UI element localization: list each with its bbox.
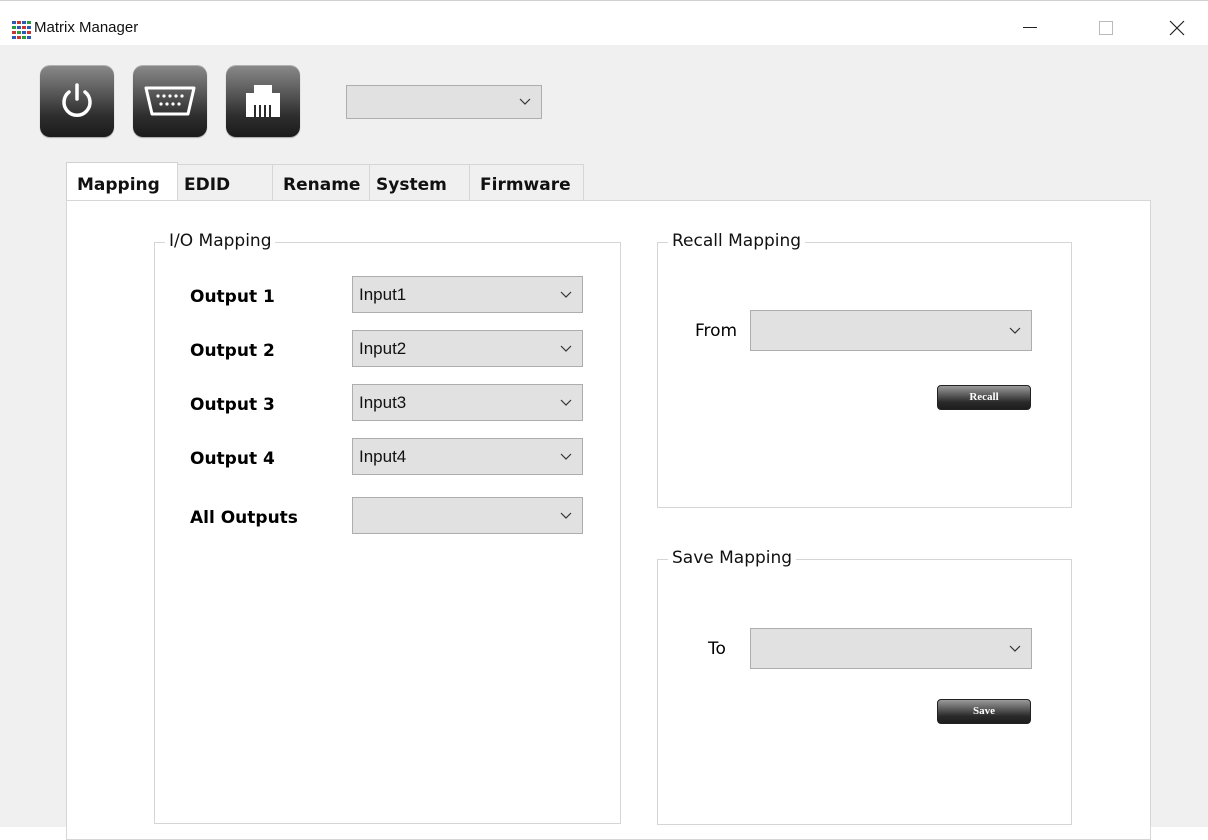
window-title: Matrix Manager [34, 19, 139, 36]
chevron-down-icon [519, 98, 531, 105]
save-to-label: To [708, 639, 726, 659]
close-icon [1169, 20, 1185, 36]
port-select[interactable] [346, 85, 542, 119]
maximize-icon [1099, 21, 1113, 35]
minimize-button[interactable] [1007, 11, 1053, 45]
close-button[interactable] [1154, 11, 1200, 45]
chevron-down-icon [560, 399, 572, 406]
recall-mapping-title: Recall Mapping [668, 231, 806, 251]
output-3-label: Output 3 [190, 395, 275, 415]
recall-from-label: From [695, 321, 738, 341]
save-mapping-group: Save Mapping To Save [657, 548, 1072, 825]
recall-mapping-group: Recall Mapping From Recall [657, 231, 1072, 508]
mapping-panel: I/O Mapping Output 1 Input1 Output 2 Inp… [66, 200, 1151, 840]
all-outputs-select[interactable] [352, 497, 583, 534]
output-4-select[interactable]: Input4 [352, 438, 583, 475]
tab-rename[interactable]: Rename [272, 164, 370, 201]
power-icon [62, 83, 92, 117]
save-button[interactable]: Save [937, 699, 1031, 724]
io-mapping-title: I/O Mapping [165, 231, 276, 251]
maximize-button[interactable] [1083, 11, 1129, 45]
output-3-select[interactable]: Input3 [352, 384, 583, 421]
ethernet-connect-button[interactable] [226, 65, 300, 137]
serial-port-icon [144, 86, 196, 116]
minimize-icon [1023, 27, 1037, 28]
chevron-down-icon [560, 453, 572, 460]
tab-firmware[interactable]: Firmware [469, 164, 584, 201]
matrix-app-icon [12, 21, 31, 39]
save-to-select[interactable] [750, 628, 1032, 669]
chevron-down-icon [560, 291, 572, 298]
io-mapping-group: I/O Mapping Output 1 Input1 Output 2 Inp… [154, 231, 621, 824]
save-mapping-title: Save Mapping [668, 548, 797, 568]
power-button[interactable] [40, 65, 114, 137]
chevron-down-icon [1009, 327, 1021, 334]
output-1-select[interactable]: Input1 [352, 276, 583, 313]
serial-connect-button[interactable] [133, 65, 207, 137]
recall-from-select[interactable] [750, 310, 1032, 351]
output-2-value: Input2 [359, 338, 407, 358]
tab-edid[interactable]: EDID [177, 164, 273, 201]
output-2-label: Output 2 [190, 341, 275, 361]
output-4-value: Input4 [359, 446, 407, 466]
output-3-value: Input3 [359, 392, 407, 412]
tab-system[interactable]: System [369, 164, 470, 201]
output-2-select[interactable]: Input2 [352, 330, 583, 367]
app-window: Matrix Manager Mapping EDID Rename Syste… [0, 0, 1208, 840]
all-outputs-label: All Outputs [190, 508, 298, 528]
title-bar: Matrix Manager [0, 1, 1208, 45]
ethernet-port-icon [246, 85, 280, 117]
chevron-down-icon [560, 512, 572, 519]
chevron-down-icon [1009, 645, 1021, 652]
tab-mapping[interactable]: Mapping [66, 162, 178, 200]
output-1-label: Output 1 [190, 287, 275, 307]
recall-button[interactable]: Recall [937, 385, 1031, 410]
output-1-value: Input1 [359, 284, 407, 304]
output-4-label: Output 4 [190, 449, 275, 469]
chevron-down-icon [560, 345, 572, 352]
